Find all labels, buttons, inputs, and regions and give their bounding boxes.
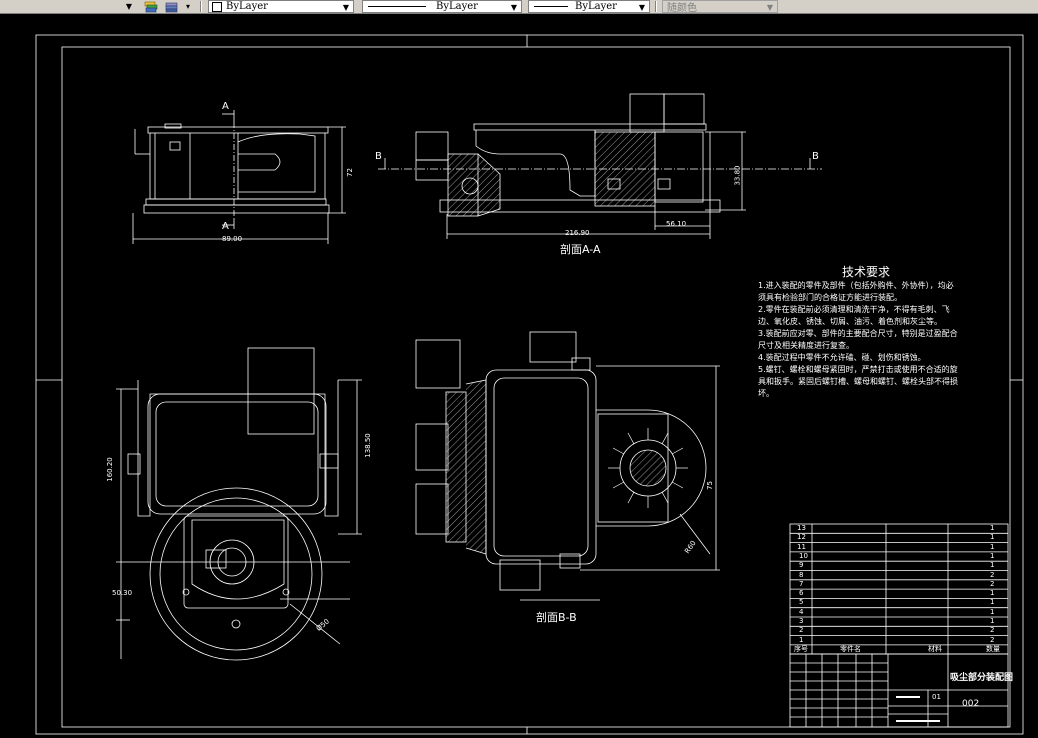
notes-line: 4.装配过程中零件不允许磕、碰、划伤和锈蚀。 [758, 353, 926, 362]
bom-qty: 1 [990, 533, 995, 542]
drawing-canvas[interactable]: A A B B 剖面A-A 剖面B-B 89.00 72 216.90 56.1… [0, 14, 1038, 738]
color-dropdown[interactable]: ByLayer ▼ [208, 0, 354, 13]
dim-75: 75 [705, 481, 714, 490]
dim-72: 72 [345, 168, 354, 177]
bom-header-qty: 数量 [986, 644, 1000, 653]
sheet-number: 01 [932, 693, 941, 701]
notes-line: 具和扳手。紧固后螺钉槽、螺母和螺钉、螺栓头部不得损 [758, 377, 958, 386]
layer-previous-svg [165, 2, 178, 12]
chevron-down-icon: ▼ [510, 2, 518, 12]
bom-qty: 1 [990, 589, 995, 598]
lineweight-dropdown-value: ByLayer [575, 1, 617, 12]
section-bb-label: 剖面B-B [536, 611, 577, 624]
chevron-down-icon: ▼ [766, 2, 774, 12]
bom-no: 8 [799, 570, 804, 579]
layer-stack-svg [144, 1, 158, 12]
bom-no: 7 [799, 579, 804, 588]
bom-qty: 1 [990, 598, 995, 607]
bom-no: 4 [799, 607, 804, 616]
chevron-down-icon: ▼ [342, 2, 350, 12]
drawing-name: 吸尘部分装配图 [950, 673, 1014, 683]
plotstyle-dropdown[interactable]: 随颜色 ▼ [662, 0, 778, 14]
lineweight-dropdown[interactable]: ByLayer ▼ [528, 0, 650, 13]
section-aa-label: 剖面A-A [560, 243, 601, 256]
bom-qty: 1 [990, 561, 995, 570]
color-swatch-icon [212, 1, 222, 12]
cut-marker-b-right: B [812, 151, 819, 162]
bom-header-name: 零件名 [840, 644, 861, 653]
plan-view [116, 347, 362, 661]
bom-no: 5 [799, 598, 804, 607]
inner-frame [61, 46, 1011, 728]
section-bb-view [415, 331, 720, 601]
toolbar-separator [200, 1, 202, 12]
dim-216: 216.90 [565, 229, 590, 237]
notes-line: 5.螺钉、螺栓和螺母紧固时，严禁打击或使用不合适的旋 [758, 365, 958, 374]
bom-qty: 1 [990, 551, 995, 560]
dim-56: 56.10 [666, 220, 687, 228]
notes-line: 尺寸及相关精度进行复查。 [758, 341, 854, 350]
bom-qty: 2 [990, 635, 995, 644]
notes-line: 2.零件在装配前必须清理和清洗干净，不得有毛刺、飞 [758, 305, 950, 314]
dim-33: 33.80 [733, 165, 742, 186]
bom-no: 3 [799, 617, 804, 625]
notes-line: 须具有检验部门的合格证方能进行装配。 [758, 293, 902, 302]
plotstyle-dropdown-value: 随颜色 [667, 3, 697, 14]
previous-dropdown[interactable]: ▼ [118, 0, 136, 13]
bom-header-no: 序号 [794, 644, 808, 653]
layer-previous-icon[interactable] [165, 0, 181, 13]
linetype-dropdown-value: ByLayer [436, 1, 478, 12]
section-aa-view [378, 93, 822, 239]
bom-no: 6 [799, 589, 804, 598]
chevron-down-icon: ▼ [125, 1, 133, 11]
notes-line: 坏。 [758, 389, 774, 398]
bom-qty: 1 [990, 617, 995, 625]
drawing-number: 002 [962, 699, 980, 709]
lineweight-sample-icon [534, 6, 568, 7]
side-view [132, 110, 346, 244]
notes-line: 1.进入装配的零件及部件（包括外购件、外协件），均必 [758, 281, 954, 290]
linetype-sample-icon [368, 6, 426, 7]
bom-no: 9 [799, 561, 804, 570]
toolbar-overflow[interactable]: ▾ [186, 0, 194, 13]
cut-marker-a-bottom: A [222, 221, 229, 232]
chevron-down-icon: ▼ [638, 2, 646, 12]
cut-marker-a-top: A [222, 101, 229, 112]
bom-no: 1 [799, 635, 804, 644]
linetype-dropdown[interactable]: ByLayer ▼ [362, 0, 522, 13]
dim-50: 50.30 [112, 589, 133, 597]
bom-no: 12 [797, 533, 806, 542]
dim-89: 89.00 [222, 235, 243, 243]
notes-line: 3.装配前应对零、部件的主要配合尺寸，特别是过盈配合 [758, 329, 958, 338]
dim-160: 160.20 [105, 457, 114, 482]
bom-qty: 1 [990, 607, 995, 616]
bom-no: 10 [799, 551, 808, 560]
toolbar-separator [655, 1, 657, 12]
title-block-lines [789, 653, 1009, 728]
bom-qty: 1 [990, 524, 995, 532]
bom-header-material: 材料 [928, 644, 942, 653]
bom-table-lines [789, 523, 1009, 655]
properties-toolbar: ▼ ▾ ByLayer ▼ ByLayer ▼ ByLayer ▼ 随颜色 ▼ [0, 0, 1038, 14]
bom-qty: 2 [990, 570, 995, 579]
bom-no: 11 [797, 542, 806, 551]
bom-no: 13 [797, 524, 806, 532]
notes-title: 技术要求 [842, 265, 891, 279]
bom-qty: 2 [990, 579, 995, 588]
bom-no: 2 [799, 626, 804, 635]
bom-qty: 1 [990, 542, 995, 551]
drawing-svg [35, 34, 1024, 735]
color-dropdown-value: ByLayer [226, 1, 268, 12]
notes-line: 边、氧化皮、锈蚀、切屑、油污、着色剂和灰尘等。 [758, 317, 942, 326]
layer-stack-icon[interactable] [144, 0, 160, 13]
dim-138: 138.50 [363, 433, 372, 458]
bom-qty: 2 [990, 626, 995, 635]
cut-marker-b-left: B [375, 151, 382, 162]
